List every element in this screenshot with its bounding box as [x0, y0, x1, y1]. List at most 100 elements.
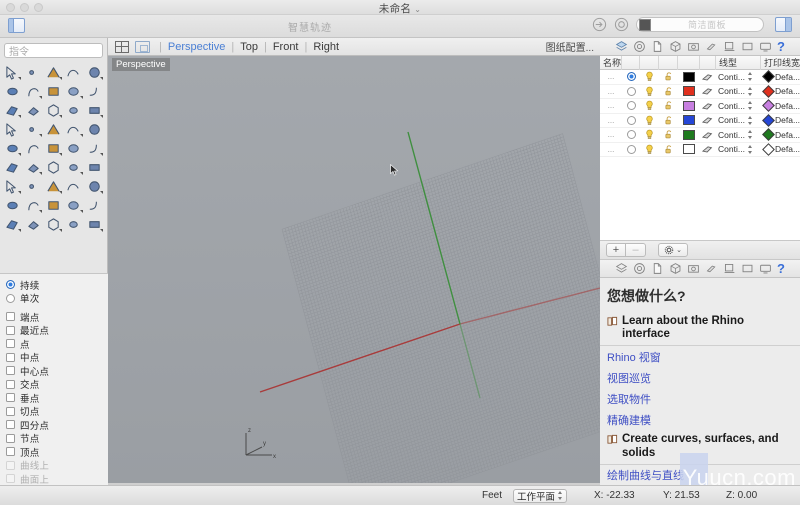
layer-current-radio[interactable] [626, 144, 636, 154]
rectangle-icon[interactable] [44, 82, 63, 100]
tab-right[interactable]: Right [313, 41, 339, 53]
layout-config-button[interactable]: 图纸配置... [546, 39, 594, 54]
offset-icon[interactable] [23, 139, 42, 157]
group-icon[interactable] [23, 158, 42, 176]
help-question-icon[interactable]: ? [777, 39, 785, 54]
layer-current-radio[interactable] [626, 130, 636, 140]
check-icon[interactable] [64, 177, 83, 195]
camera-icon[interactable] [687, 40, 700, 53]
linetype-stepper-icon[interactable] [747, 86, 753, 96]
radio-icon[interactable] [6, 280, 15, 290]
render-icon[interactable] [633, 40, 646, 53]
tool-flyout-arrow-icon[interactable] [38, 96, 42, 99]
layer-linetype[interactable]: Conti... [718, 144, 745, 154]
cylinder-sphere-icon[interactable] [64, 101, 83, 119]
osnap-point-6[interactable]: 垂点 [6, 391, 102, 405]
unlock-icon[interactable] [664, 100, 674, 111]
checkbox-icon[interactable] [6, 366, 15, 376]
osnap-mode-0[interactable]: 持续 [6, 278, 102, 292]
camera-icon[interactable] [687, 262, 700, 275]
tool-flyout-arrow-icon[interactable] [99, 115, 103, 118]
target-circle-icon[interactable] [614, 17, 629, 32]
tool-flyout-arrow-icon[interactable] [99, 191, 103, 194]
material-icon[interactable] [702, 116, 714, 124]
named-view-icon[interactable] [741, 40, 754, 53]
checkbox-icon[interactable] [6, 406, 15, 416]
layers-icon[interactable] [615, 262, 628, 275]
layer-linetype[interactable]: Conti... [718, 115, 745, 125]
array-icon[interactable] [85, 120, 104, 138]
checkbox-icon[interactable] [6, 447, 15, 457]
material-icon[interactable] [702, 73, 714, 81]
named-view-icon[interactable] [741, 262, 754, 275]
layer-printwidth[interactable]: Defa... [775, 144, 800, 154]
object-icon[interactable] [669, 40, 682, 53]
osnap-point-8[interactable]: 四分点 [6, 418, 102, 432]
tool-flyout-arrow-icon[interactable] [79, 134, 83, 137]
sweep-icon[interactable] [64, 139, 83, 157]
surface-trim-icon[interactable] [3, 120, 22, 138]
layer-current-radio[interactable] [626, 115, 636, 125]
osnap-point-9[interactable]: 节点 [6, 432, 102, 445]
conic-icon[interactable] [64, 82, 83, 100]
linetype-stepper-icon[interactable] [747, 101, 753, 111]
display-icon[interactable] [723, 262, 736, 275]
osnap-point-7[interactable]: 切点 [6, 405, 102, 418]
layer-printwidth[interactable]: Defa... [775, 130, 800, 140]
object-icon[interactable] [669, 262, 682, 275]
analyze-icon[interactable] [85, 158, 104, 176]
tool-flyout-arrow-icon[interactable] [18, 191, 22, 194]
material-icon[interactable] [702, 145, 714, 153]
osnap-point-4[interactable]: 中心点 [6, 364, 102, 378]
properties-icon[interactable] [651, 262, 664, 275]
surface-edit-icon[interactable] [3, 101, 22, 119]
material-icon[interactable] [705, 262, 718, 275]
mesh-icon[interactable] [85, 177, 104, 195]
tool-flyout-arrow-icon[interactable] [18, 77, 22, 80]
tool-flyout-arrow-icon[interactable] [18, 153, 22, 156]
search-color-swatch[interactable] [639, 18, 651, 31]
unlock-icon[interactable] [664, 144, 674, 155]
layer-current-radio[interactable] [626, 86, 636, 96]
screen-icon[interactable] [759, 262, 772, 275]
help-link-0-0[interactable]: Rhino 视窗 [600, 346, 800, 367]
layer-row[interactable]: ... Conti... Defa... [600, 142, 800, 157]
layer-printwidth-swatch[interactable] [761, 142, 775, 156]
checkbox-icon[interactable] [6, 379, 15, 389]
help-link-0-1[interactable]: 视图巡览 [600, 367, 800, 388]
viewport-name-label[interactable]: Perspective [112, 58, 170, 71]
add-layer-button[interactable]: + [606, 243, 626, 257]
osnap-point-5[interactable]: 交点 [6, 378, 102, 391]
boolean-icon[interactable] [23, 120, 42, 138]
polyline-icon[interactable] [44, 63, 63, 81]
dimension-icon[interactable] [23, 177, 42, 195]
osnap-point-3[interactable]: 中点 [6, 351, 102, 364]
arc-tool-icon[interactable] [44, 139, 63, 157]
layer-options-button[interactable]: ⌄ [658, 243, 688, 257]
material-icon[interactable] [705, 40, 718, 53]
zoom-extents-icon[interactable] [85, 196, 104, 214]
radio-icon[interactable] [6, 293, 15, 303]
lightbulb-icon[interactable] [644, 100, 655, 111]
checkbox-icon[interactable] [6, 393, 15, 403]
tool-flyout-arrow-icon[interactable] [79, 172, 83, 175]
right-panel-toggle-icon[interactable] [775, 17, 792, 32]
single-view-layout-icon[interactable] [135, 40, 150, 53]
perspective-viewport[interactable]: Perspective z y x [108, 56, 600, 483]
layer-row[interactable]: ... Conti... Defa... [600, 128, 800, 143]
lightbulb-icon[interactable] [644, 144, 655, 155]
tool-flyout-arrow-icon[interactable] [99, 77, 103, 80]
layer-printwidth[interactable]: Defa... [775, 86, 800, 96]
arc-icon[interactable] [23, 82, 42, 100]
grid-icon[interactable] [3, 177, 22, 195]
tool-flyout-arrow-icon[interactable] [59, 191, 63, 194]
tool-flyout-arrow-icon[interactable] [59, 229, 63, 232]
layer-row[interactable]: ... Conti... Defa... [600, 84, 800, 99]
help-question-icon[interactable]: ? [777, 261, 785, 276]
cplane-dropdown[interactable]: 工作平面 [513, 488, 568, 503]
blend-icon[interactable] [3, 139, 22, 157]
layer-current-radio[interactable] [626, 72, 636, 82]
circle-icon[interactable] [85, 63, 104, 81]
display-icon[interactable] [723, 40, 736, 53]
lightbulb-icon[interactable] [644, 115, 655, 126]
